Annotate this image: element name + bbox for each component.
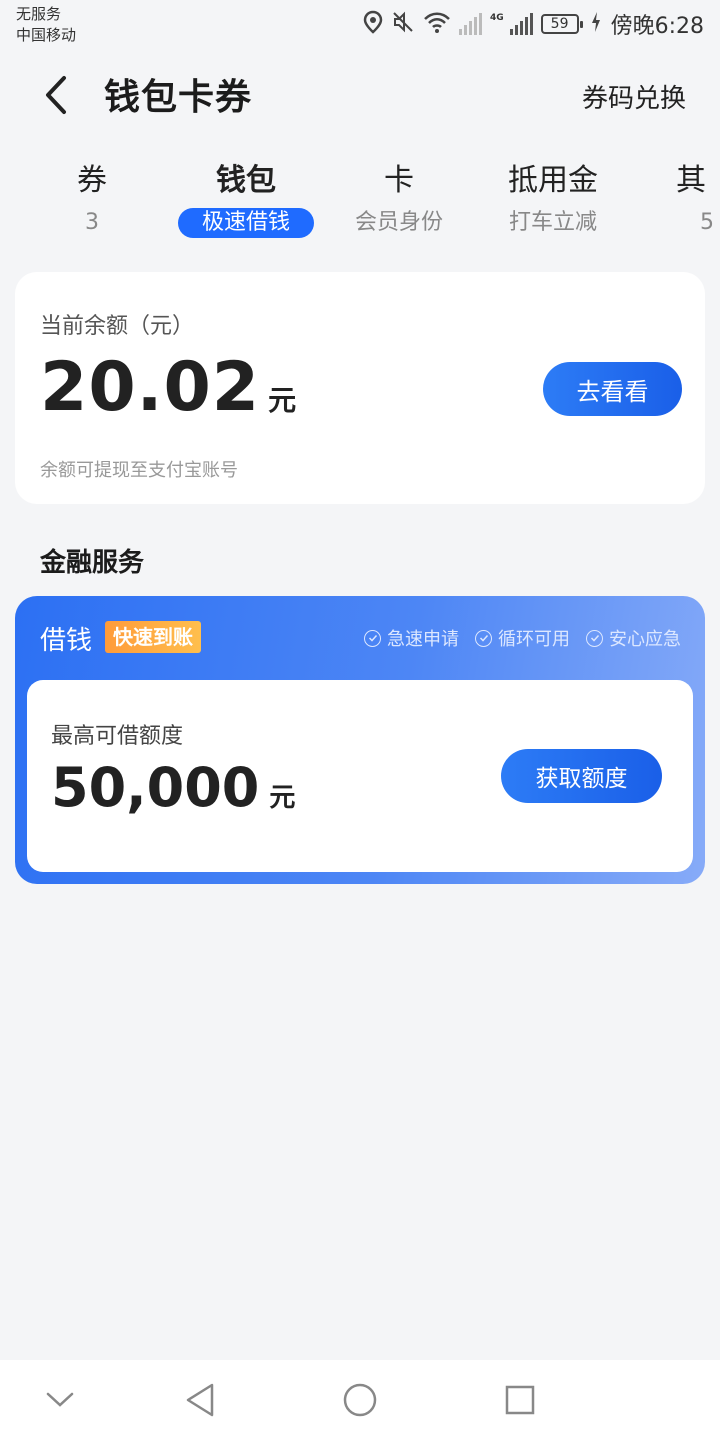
- fast-arrival-badge: 快速到账: [105, 621, 201, 653]
- hide-nav-button[interactable]: [38, 1378, 82, 1422]
- loan-card: 借钱 快速到账 急速申请 循环可用 安心应急 最高可借额度 50,000 元 获…: [15, 596, 705, 884]
- balance-unit: 元: [268, 384, 297, 417]
- limit-amount: 50,000 元: [51, 756, 295, 819]
- tab-sub: 打车立减: [508, 210, 597, 235]
- square-recents-icon: [505, 1385, 535, 1415]
- tab-vouchers[interactable]: 抵用金 打车立减: [500, 158, 606, 238]
- page-title: 钱包卡券: [104, 77, 253, 118]
- clock: 傍晚6:28: [610, 14, 704, 39]
- network-type: 4G: [489, 12, 504, 23]
- limit-label: 最高可借额度: [51, 724, 184, 749]
- mute-icon: [391, 10, 415, 38]
- header: 钱包卡券 券码兑换: [0, 50, 720, 140]
- limit-unit: 元: [269, 783, 296, 813]
- loan-features: 急速申请 循环可用 安心应急: [364, 625, 681, 651]
- triangle-back-icon: [186, 1383, 214, 1417]
- carrier-info: 无服务 中国移动: [16, 4, 76, 46]
- feature-label: 急速申请: [387, 629, 459, 650]
- chevron-left-icon: [46, 76, 66, 114]
- location-icon: [363, 10, 383, 38]
- feature-item: 急速申请: [364, 625, 459, 651]
- redeem-code-button[interactable]: 券码兑换: [582, 78, 686, 115]
- tab-cards[interactable]: 卡 会员身份: [346, 158, 452, 238]
- balance-card: 当前余额（元） 20.02 元 去看看 余额可提现至支付宝账号: [15, 272, 705, 504]
- nav-recents-button[interactable]: [498, 1378, 542, 1422]
- feature-item: 循环可用: [475, 625, 570, 651]
- signal-2-icon: [509, 13, 533, 35]
- balance-label: 当前余额（元）: [40, 314, 195, 339]
- loan-title: 借钱: [40, 626, 93, 656]
- limit-value: 50,000: [51, 756, 260, 819]
- wifi-icon: [423, 10, 451, 38]
- tab-sub: 会员身份: [354, 210, 443, 235]
- carrier-line-2: 中国移动: [16, 26, 77, 44]
- tab-label: 抵用金: [508, 163, 598, 198]
- nav-home-button[interactable]: [338, 1378, 382, 1422]
- status-icons: 4G 59 傍晚6:28: [363, 6, 704, 42]
- back-button[interactable]: [30, 70, 80, 120]
- battery-icon: 59: [540, 14, 583, 34]
- signal-1-icon: [458, 13, 482, 35]
- view-balance-button[interactable]: 去看看: [543, 362, 682, 416]
- tab-label: 钱包: [216, 163, 276, 198]
- tab-sub: 5: [700, 210, 714, 235]
- feature-item: 安心应急: [586, 625, 681, 651]
- system-nav-bar: [0, 1360, 720, 1440]
- feature-label: 安心应急: [609, 629, 681, 650]
- chevron-down-icon: [46, 1392, 74, 1407]
- tab-wallet[interactable]: 钱包 极速借钱: [170, 158, 322, 238]
- section-title: 金融服务: [40, 548, 145, 578]
- charging-icon: [591, 12, 601, 36]
- status-bar: 无服务 中国移动 4G 59 傍晚6:28: [0, 0, 720, 50]
- carrier-line-1: 无服务: [16, 5, 62, 23]
- tab-label: 卡: [384, 163, 414, 198]
- category-tabs: 券 3 钱包 极速借钱 卡 会员身份 抵用金 打车立减 其 5: [0, 158, 720, 248]
- nav-back-button[interactable]: [178, 1378, 222, 1422]
- screen: 无服务 中国移动 4G 59 傍晚6:28 钱包卡券 券码兑换 券 3 钱包 极…: [0, 0, 720, 1440]
- balance-value: 20.02: [40, 348, 261, 427]
- balance-note: 余额可提现至支付宝账号: [40, 460, 238, 481]
- balance-amount: 20.02 元: [40, 348, 296, 427]
- tab-coupons[interactable]: 券 3: [62, 158, 122, 238]
- check-circle-icon: [586, 629, 603, 647]
- circle-home-icon: [343, 1383, 377, 1417]
- feature-label: 循环可用: [498, 629, 570, 650]
- tab-label: 其: [676, 163, 706, 198]
- tab-sub: 极速借钱: [177, 208, 314, 238]
- tab-label: 券: [77, 163, 107, 198]
- loan-limit-panel: 最高可借额度 50,000 元 获取额度: [27, 680, 693, 872]
- check-circle-icon: [475, 629, 492, 647]
- check-circle-icon: [364, 629, 381, 647]
- tab-sub: 3: [85, 210, 99, 235]
- tab-other[interactable]: 其 5: [676, 158, 720, 238]
- get-limit-button[interactable]: 获取额度: [501, 749, 662, 803]
- battery-level: 59: [550, 16, 569, 32]
